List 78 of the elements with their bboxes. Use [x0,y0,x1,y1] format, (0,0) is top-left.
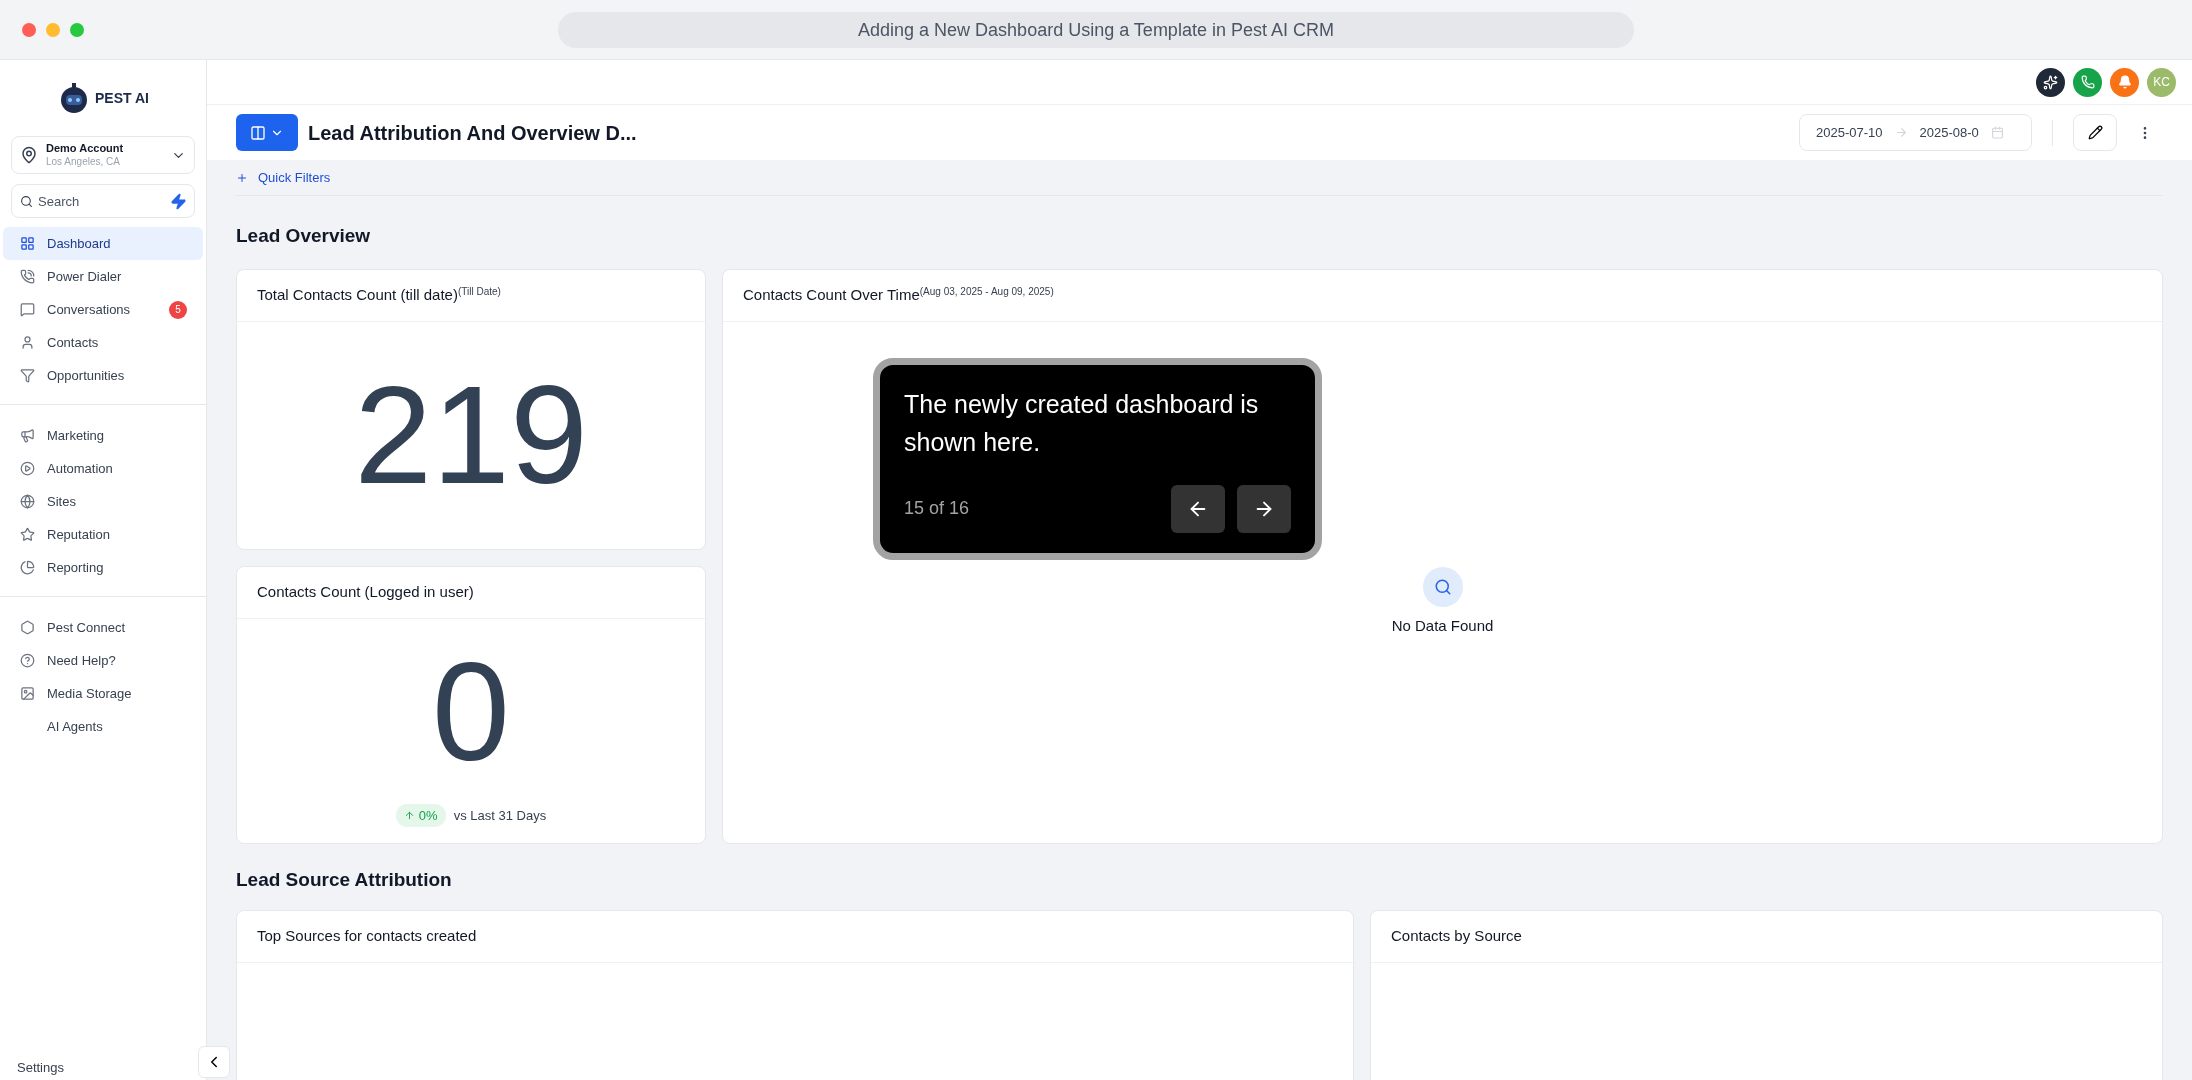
dashboard-switcher-button[interactable] [236,114,298,151]
count-badge: 5 [169,300,187,319]
card-title: Top Sources for contacts created [257,926,477,947]
pencil-icon [2087,125,2103,140]
edit-button[interactable] [2073,114,2117,151]
arrow-up-icon [403,810,415,821]
quick-filters-button[interactable]: Quick Filters [236,167,331,188]
calendar-icon [1990,126,2004,139]
close-icon[interactable] [22,22,36,37]
message-icon [19,302,35,317]
card-subtitle: (Aug 03, 2025 - Aug 09, 2025) [919,284,1054,297]
sidebar-item[interactable]: Sites [3,485,203,518]
sparkle-button[interactable] [2036,67,2065,97]
user-icon [19,335,35,350]
card-title: Total Contacts Count (till date) [257,284,458,305]
funnel-icon [19,368,35,383]
sidebar-item[interactable]: Power Dialer [3,260,203,293]
address-bar[interactable]: Adding a New Dashboard Using a Template in Pest AI CRM [558,12,1634,48]
sidebar-item[interactable]: AI Agents [3,710,203,743]
arrow-right-icon [1894,126,1908,139]
hexagon-icon [19,620,35,635]
sidebar-item[interactable]: Automation [3,452,203,485]
collapse-button[interactable] [198,1046,230,1078]
sidebar-item[interactable]: Conversations 5 [3,293,203,326]
sidebar-item[interactable]: Need Help? [3,644,203,677]
notification-button[interactable] [2110,67,2139,97]
phone-icon [19,269,35,284]
search-icon [20,195,33,208]
start-date: 2025-07-10 [1816,123,1883,142]
card-title: Contacts Count Over Time [743,284,920,305]
end-date: 2025-08-0 [1919,123,1979,142]
location-pin-icon [20,146,38,164]
step-counter: 15 of 16 [904,497,971,520]
pie-chart-icon [19,560,35,575]
sidebar-item[interactable]: Reporting [3,551,203,584]
comparison-label: vs Last 31 Days [453,806,547,825]
card-title: Contacts Count (Logged in user) [257,581,474,602]
metric-value: 219 [354,365,588,505]
date-range-picker[interactable]: 2025-07-10 2025-08-0 [1799,114,2032,151]
dashboard-title: Lead Attribution And Overview D... [308,120,637,146]
lightning-icon[interactable] [170,193,187,210]
phone-icon [2080,75,2095,89]
sidebar-item[interactable]: Media Storage [3,677,203,710]
phone-button[interactable] [2073,67,2102,97]
next-button[interactable] [1237,484,1291,533]
search-field[interactable]: Search [11,184,195,218]
sidebar-item[interactable]: Marketing [3,419,203,452]
globe-icon [19,494,35,509]
help-icon [19,653,35,668]
change-badge: 0% [395,803,446,828]
play-icon [19,461,35,476]
account-name: Demo Account [46,141,125,156]
maximize-icon[interactable] [70,22,84,37]
plus-icon [236,171,248,184]
sidebar-item[interactable]: Reputation [3,518,203,551]
previous-button[interactable] [1171,484,1225,533]
sparkle-icon [2043,74,2058,90]
card-subtitle: (Till Date) [457,284,501,297]
sidebar-item[interactable]: Pest Connect [3,611,203,644]
megaphone-icon [19,428,35,443]
sidebar-item[interactable]: Contacts [3,326,203,359]
bell-icon [2117,75,2132,89]
empty-state-text: No Data Found [1391,615,1494,636]
star-icon [19,527,35,542]
logo-text: PEST AI [95,88,149,108]
account-switcher[interactable]: Demo Account Los Angeles, CA [11,136,195,174]
metric-value: 0 [432,641,510,782]
tooltip-text: The newly created dashboard is shown here. [904,388,1260,458]
sidebar-item[interactable]: Dashboard [3,227,203,260]
account-location: Los Angeles, CA [46,155,121,169]
image-icon [19,686,35,701]
layout-icon [250,124,266,141]
section-heading: Lead Source Attribution [236,867,453,892]
sidebar-item[interactable]: Opportunities [3,359,203,392]
grid-icon [19,236,35,251]
settings-link[interactable]: Settings [17,1057,64,1078]
card-title: Contacts by Source [1391,926,1522,947]
section-heading: Lead Overview [236,224,372,248]
